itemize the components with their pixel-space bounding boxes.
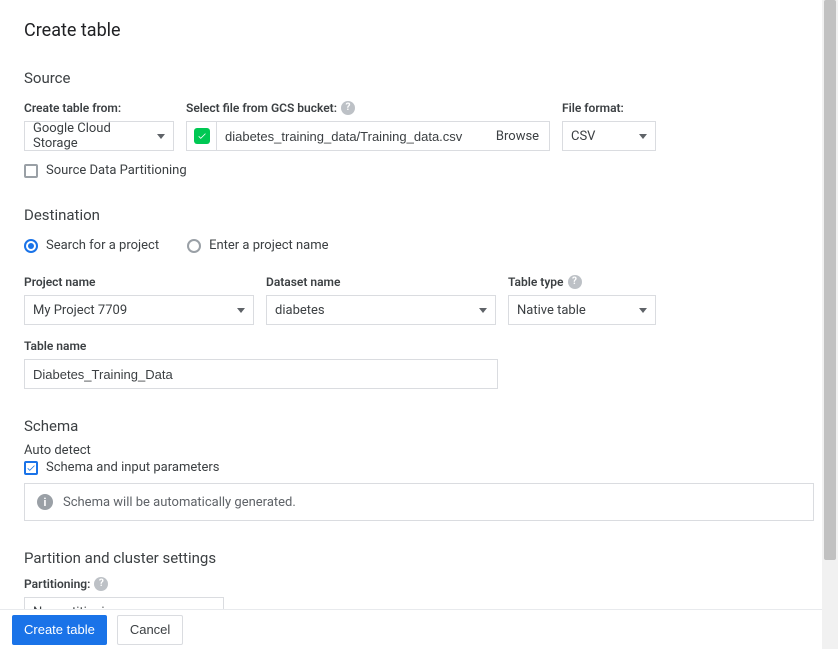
check-icon bbox=[194, 128, 210, 144]
table-type-label: Table type ? bbox=[508, 275, 656, 289]
partitioning-select[interactable]: No partitioning bbox=[24, 597, 224, 609]
dialog-body: Create table Source Create table from: G… bbox=[0, 0, 838, 609]
partition-section-title: Partition and cluster settings bbox=[24, 549, 814, 567]
project-name-select[interactable]: My Project 7709 bbox=[24, 295, 254, 325]
table-name-label: Table name bbox=[24, 339, 814, 353]
gcs-file-input[interactable] bbox=[216, 121, 486, 151]
source-partitioning-label: Source Data Partitioning bbox=[46, 163, 187, 178]
schema-section-title: Schema bbox=[24, 417, 814, 435]
help-icon[interactable]: ? bbox=[341, 101, 355, 115]
source-partitioning-checkbox[interactable] bbox=[24, 164, 38, 178]
source-section-title: Source bbox=[24, 69, 814, 87]
file-format-value: CSV bbox=[571, 129, 595, 144]
search-project-label: Search for a project bbox=[46, 238, 159, 253]
create-from-label: Create table from: bbox=[24, 101, 174, 115]
project-name-value: My Project 7709 bbox=[33, 303, 127, 318]
table-type-select[interactable]: Native table bbox=[508, 295, 656, 325]
file-format-label: File format: bbox=[562, 101, 656, 115]
dataset-name-value: diabetes bbox=[275, 303, 325, 318]
page-title: Create table bbox=[24, 20, 814, 41]
browse-button[interactable]: Browse bbox=[486, 121, 550, 151]
gcs-file-label: Select file from GCS bucket: ? bbox=[186, 101, 550, 115]
radio-selected-icon bbox=[24, 239, 38, 253]
create-from-value: Google Cloud Storage bbox=[33, 121, 157, 151]
help-icon[interactable]: ? bbox=[94, 577, 108, 591]
dataset-name-label: Dataset name bbox=[266, 275, 496, 289]
dialog-footer: Create table Cancel bbox=[0, 609, 838, 649]
scrollbar-thumb[interactable] bbox=[824, 0, 836, 560]
autodetect-label: Auto detect bbox=[24, 443, 814, 458]
autodetect-checkbox[interactable] bbox=[24, 461, 38, 475]
table-type-label-text: Table type bbox=[508, 275, 564, 289]
create-table-button[interactable]: Create table bbox=[12, 615, 107, 645]
help-icon[interactable]: ? bbox=[568, 275, 582, 289]
schema-info-text: Schema will be automatically generated. bbox=[63, 495, 296, 510]
cancel-button[interactable]: Cancel bbox=[117, 615, 183, 645]
caret-down-icon bbox=[639, 134, 647, 139]
schema-info-banner: i Schema will be automatically generated… bbox=[24, 483, 814, 521]
dataset-name-select[interactable]: diabetes bbox=[266, 295, 496, 325]
file-format-select[interactable]: CSV bbox=[562, 121, 656, 151]
project-name-label: Project name bbox=[24, 275, 254, 289]
table-type-value: Native table bbox=[517, 303, 586, 318]
gcs-file-valid-indicator bbox=[186, 121, 216, 151]
destination-section-title: Destination bbox=[24, 206, 814, 224]
create-from-select[interactable]: Google Cloud Storage bbox=[24, 121, 174, 151]
scrollbar-track[interactable] bbox=[822, 0, 838, 649]
table-name-input[interactable] bbox=[24, 359, 498, 389]
caret-down-icon bbox=[479, 308, 487, 313]
enter-project-radio[interactable]: Enter a project name bbox=[187, 238, 328, 253]
partitioning-label: Partitioning: ? bbox=[24, 577, 814, 591]
partitioning-label-text: Partitioning: bbox=[24, 577, 90, 591]
search-project-radio[interactable]: Search for a project bbox=[24, 238, 159, 253]
caret-down-icon bbox=[237, 308, 245, 313]
caret-down-icon bbox=[639, 308, 647, 313]
enter-project-label: Enter a project name bbox=[209, 238, 328, 253]
caret-down-icon bbox=[157, 134, 165, 139]
info-icon: i bbox=[37, 494, 53, 510]
autodetect-sub-label: Schema and input parameters bbox=[46, 460, 220, 475]
radio-icon bbox=[187, 239, 201, 253]
gcs-file-label-text: Select file from GCS bucket: bbox=[186, 101, 337, 115]
